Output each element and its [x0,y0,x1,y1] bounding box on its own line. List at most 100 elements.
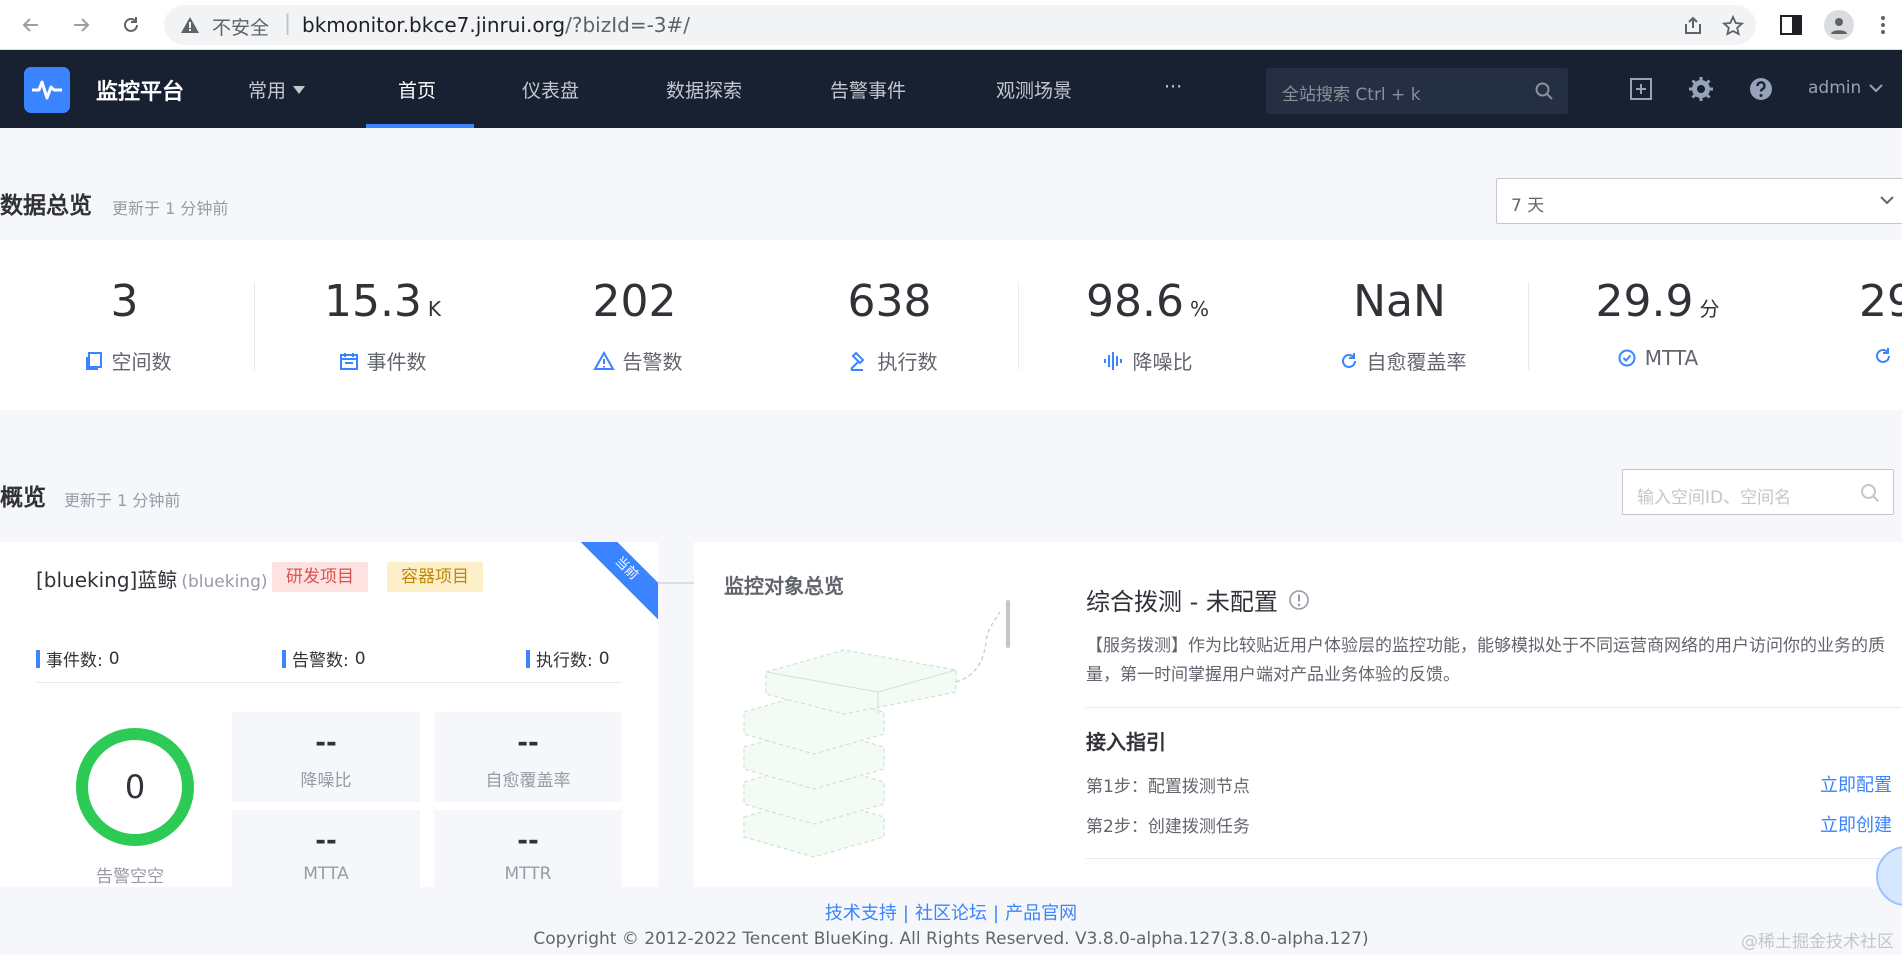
nav-alarm-events[interactable]: 告警事件 [830,76,906,103]
metric-mttr: -- MTTR [434,810,622,887]
space-search-input[interactable]: 输入空间ID、空间名 [1622,469,1894,515]
url-host: bkmonitor.bkce7.jinrui.org [302,13,566,37]
synthetic-probe-card: 综合拨测 - 未配置 【服务拨测】作为比较贴近用户体验层的监控功能，能够模拟处于… [1010,542,1902,887]
browser-chrome: 不安全 | bkmonitor.bkce7.jinrui.org/?bizId=… [0,0,1902,50]
step-configure-nodes: 第1步：配置拨测节点 [1086,777,1250,797]
side-panel-icon [1780,15,1802,35]
stat-value: NaN [1353,276,1446,327]
global-search-input[interactable]: 全站搜索 Ctrl + k [1266,68,1568,114]
refresh-icon [1341,352,1356,368]
app-title[interactable]: 监控平台 [96,74,184,106]
app-logo[interactable] [24,67,70,113]
profile-avatar [1824,10,1854,40]
tag-container-project: 容器项目 [387,562,483,592]
footer-separator: | [902,903,909,924]
waveform-icon [1103,351,1122,370]
current-ribbon: 当前 [574,542,658,621]
arrow-left-icon [22,18,38,32]
help-button[interactable] [1748,76,1774,102]
stat-divider [1018,282,1019,370]
stat-action-count[interactable]: 638 执行数 [765,240,1020,410]
space-search-placeholder: 输入空间ID、空间名 [1637,488,1792,508]
product-site-link[interactable]: 产品官网 [1005,903,1077,924]
screen-button[interactable] [1628,76,1654,102]
share-icon[interactable] [1682,15,1704,37]
url-path: /?bizId=-3#/ [565,13,691,37]
url-separator: | [284,11,292,35]
nav-home[interactable]: 首页 [398,76,436,103]
probe-divider [1086,707,1902,708]
metric-self-heal: -- 自愈覆盖率 [434,712,622,802]
metric-mtta: -- MTTA [232,810,420,887]
info-icon[interactable] [1288,589,1310,611]
chevron-down-icon [1869,84,1883,93]
arrow-right-icon [74,18,90,32]
search-icon [1861,484,1880,503]
stats-card: 3 空间数 15.3 K 事件数 202 告警数 638 执行数 98.6% 降噪… [0,240,1902,410]
stat-alarm-count[interactable]: 202 告警数 [510,240,765,410]
configure-now-link[interactable]: 立即配置 [1820,771,1892,797]
stat-noise-ratio[interactable]: 98.6% 降噪比 [1020,240,1275,410]
star-icon[interactable] [1722,15,1744,37]
calendar-icon [339,352,358,370]
nav-scenes[interactable]: 观测场景 [996,76,1072,103]
tag-rd-project: 研发项目 [272,562,368,592]
forward-button[interactable] [66,10,96,40]
search-icon [1535,82,1553,100]
common-menu-label: 常用 [248,80,287,102]
stat-label: 事件数 [366,350,427,374]
stat-space-count[interactable]: 3 空间数 [0,240,255,410]
nav-more[interactable]: ··· [1164,76,1182,98]
stat-mtta[interactable]: 29.9 分 MTTA [1530,240,1785,410]
space-name: [blueking]蓝鲸 (blueking) [36,568,268,592]
footer: 技术支持 | 社区论坛 | 产品官网 Copyright © 2012-2022 Ten… [0,887,1902,955]
space-card[interactable]: [blueking]蓝鲸 (blueking) 研发项目 容器项目 当前 事件数:… [0,542,658,887]
guide-title: 接入指引 [1086,730,1166,754]
tech-support-link[interactable]: 技术支持 [825,903,897,924]
nav-data-explore[interactable]: 数据探索 [666,76,742,103]
stat-divider [1528,282,1529,370]
profile-button[interactable] [1822,8,1856,42]
nav-dashboard[interactable]: 仪表盘 [522,76,579,103]
stat-self-heal-coverage[interactable]: NaN 自愈覆盖率 [1275,240,1530,410]
step-create-task: 第2步：创建拨测任务 [1086,817,1250,837]
watermark: @稀土掘金技术社区 [1741,932,1894,952]
chevron-down-icon [1880,196,1894,205]
url-text[interactable]: bkmonitor.bkce7.jinrui.org/?bizId=-3#/ [302,13,690,37]
alarm-ring-label: 告警空空 [96,867,164,887]
common-menu[interactable]: 常用 [248,76,306,103]
security-label[interactable]: 不安全 [212,13,269,40]
settings-button[interactable] [1688,76,1714,102]
overview-updated: 更新于 1 分钟前 [64,491,181,510]
warning-icon [592,350,615,370]
back-button[interactable] [16,10,46,40]
side-panel-button[interactable] [1774,8,1808,42]
stat-label: 告警数 [622,350,683,374]
user-name: admin [1808,78,1862,98]
community-forum-link[interactable]: 社区论坛 [915,903,987,924]
data-overview-updated: 更新于 1 分钟前 [112,199,229,218]
user-menu[interactable]: admin [1808,78,1883,98]
more-vertical-icon [1881,16,1885,34]
stat-value: 29 [1859,276,1902,327]
metric-noise-ratio: -- 降噪比 [232,712,420,802]
address-bar[interactable]: 不安全 | bkmonitor.bkce7.jinrui.org/?bizId=… [164,5,1756,45]
stat-label: 空间数 [111,350,172,374]
reload-button[interactable] [116,10,146,40]
app-header: 监控平台 常用 首页 仪表盘 数据探索 告警事件 观测场景 ··· 全站搜索 C… [0,50,1902,128]
gavel-icon [849,351,864,371]
stat-label: MTTA [1644,346,1699,370]
stat-value: 202 [592,276,677,327]
refresh-icon [1876,348,1890,363]
stat-value: 15.3 K [323,276,442,327]
time-range-select[interactable]: 7 天 [1496,178,1902,224]
person-icon [1831,18,1847,34]
count-events: 事件数: 0 [36,646,120,671]
pulse-icon [32,80,62,100]
footer-links: 技术支持 | 社区论坛 | 产品官网 [0,899,1902,925]
stat-mttr[interactable]: 29 [1785,240,1902,410]
browser-menu-button[interactable] [1866,8,1900,42]
create-now-link[interactable]: 立即创建 [1820,811,1892,837]
monitor-object-card[interactable]: 监控对象总览 [694,542,1010,887]
stat-event-count[interactable]: 15.3 K 事件数 [255,240,510,410]
